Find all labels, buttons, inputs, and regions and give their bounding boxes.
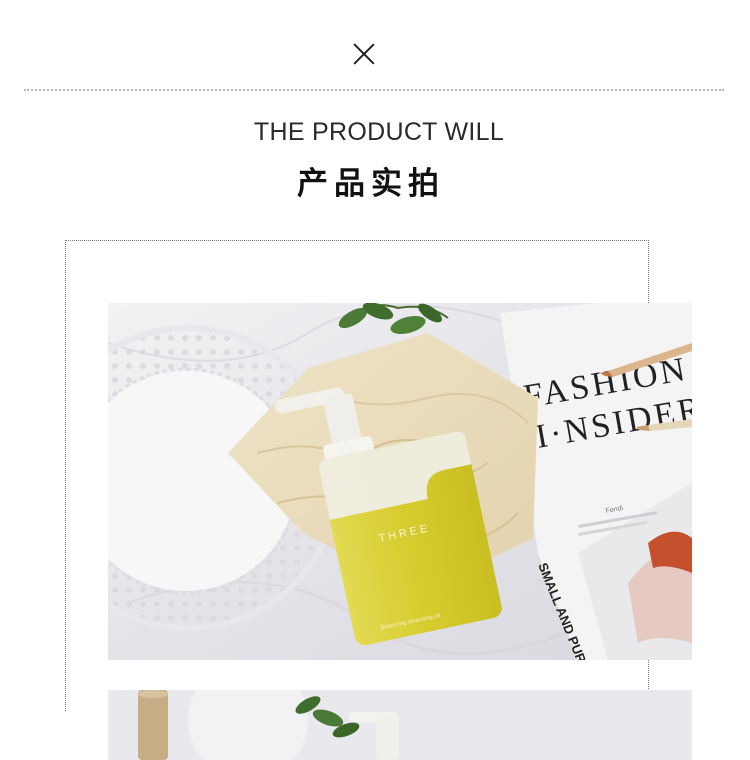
dotted-divider bbox=[24, 89, 724, 91]
heading-chinese: 产品实拍 bbox=[297, 166, 445, 202]
heading-english: THE PRODUCT WILL bbox=[253, 118, 505, 146]
close-icon[interactable] bbox=[352, 42, 376, 66]
product-photo: FASHION I·NSIDER Fendi SMALL AND PURE A bbox=[108, 303, 692, 660]
